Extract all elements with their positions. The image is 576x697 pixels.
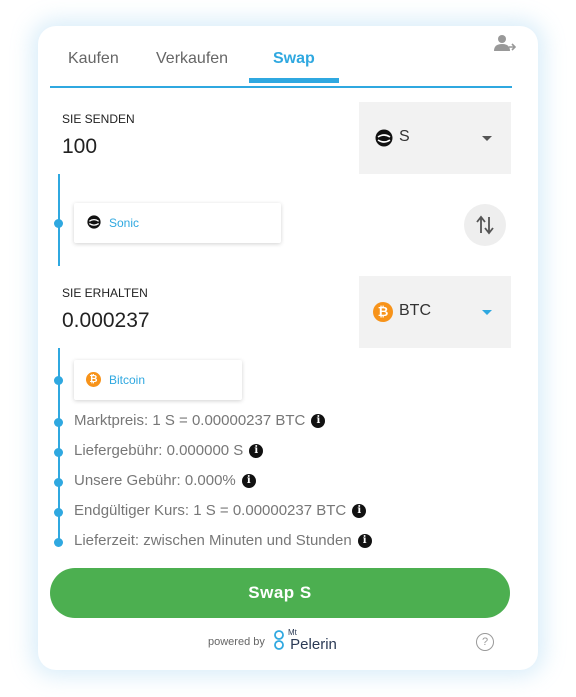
active-tab-indicator xyxy=(249,78,339,83)
chevron-down-icon xyxy=(482,310,492,315)
swap-direction-button[interactable] xyxy=(464,204,506,246)
info-icon[interactable]: i xyxy=(311,414,326,429)
powered-by-label: powered by xyxy=(208,636,265,648)
tab-swap[interactable]: Swap xyxy=(273,50,315,68)
info-icon[interactable]: i xyxy=(249,444,264,459)
detail-dot xyxy=(54,508,63,517)
tab-verkaufen[interactable]: Verkaufen xyxy=(156,50,228,68)
receive-network-label: Bitcoin xyxy=(109,373,146,387)
receive-label: SIE ERHALTEN xyxy=(62,286,148,300)
detail-dot xyxy=(54,478,63,487)
sonic-logo-icon xyxy=(87,215,101,234)
send-currency-select[interactable]: S xyxy=(359,102,511,174)
sonic-logo-icon xyxy=(375,129,393,152)
send-network-chip: Sonic xyxy=(74,203,281,243)
detail-text: Endgültiger Kurs: 1 S = 0.00000237 BTC xyxy=(74,502,347,519)
chevron-down-icon xyxy=(482,136,492,141)
bitcoin-logo-icon: ₿ xyxy=(86,372,101,387)
detail-text: Marktpreis: 1 S = 0.00000237 BTC xyxy=(74,412,306,429)
receive-network-chip: ₿ Bitcoin xyxy=(74,360,242,400)
help-icon[interactable]: ? xyxy=(476,633,494,651)
info-icon[interactable]: i xyxy=(241,474,256,489)
send-timeline-dot xyxy=(54,219,63,228)
detail-delivery-time: Lieferzeit: zwischen Minuten und Stunden… xyxy=(74,532,372,549)
tab-bar: Kaufen Verkaufen Swap xyxy=(50,42,512,88)
info-icon[interactable]: i xyxy=(352,504,367,519)
swap-submit-button[interactable]: Swap S xyxy=(50,568,510,618)
detail-text: Lieferzeit: zwischen Minuten und Stunden xyxy=(74,532,352,549)
detail-final-rate: Endgültiger Kurs: 1 S = 0.00000237 BTC i xyxy=(74,502,367,519)
user-switch-icon[interactable] xyxy=(494,34,517,54)
pelerin-logo-icon xyxy=(274,630,284,650)
detail-dot xyxy=(54,418,63,427)
detail-market-price: Marktpreis: 1 S = 0.00000237 BTC i xyxy=(74,412,326,429)
send-currency-label: S xyxy=(399,128,410,145)
bitcoin-logo-icon: ₿ xyxy=(373,302,393,322)
send-label: SIE SENDEN xyxy=(62,112,135,126)
widget-card: Kaufen Verkaufen Swap SIE SENDEN 100 S S… xyxy=(38,26,538,670)
send-amount-box[interactable]: SIE SENDEN 100 xyxy=(50,102,360,174)
detail-our-fee: Unsere Gebühr: 0.000% i xyxy=(74,472,256,489)
receive-currency-select[interactable]: ₿ BTC xyxy=(359,276,511,348)
receive-currency-label: BTC xyxy=(399,302,431,319)
detail-dot xyxy=(54,538,63,547)
receive-amount-box: SIE ERHALTEN 0.000237 xyxy=(50,276,360,348)
info-icon[interactable]: i xyxy=(357,534,372,549)
send-network-label: Sonic xyxy=(109,216,140,230)
receive-amount-value: 0.000237 xyxy=(62,309,150,332)
detail-delivery-fee: Liefergebühr: 0.000000 S i xyxy=(74,442,264,459)
receive-timeline-dot xyxy=(54,376,63,385)
detail-text: Liefergebühr: 0.000000 S xyxy=(74,442,244,459)
detail-text: Unsere Gebühr: 0.000% xyxy=(74,472,236,489)
detail-dot xyxy=(54,448,63,457)
brand-label: Pelerin xyxy=(290,635,337,653)
tab-kaufen[interactable]: Kaufen xyxy=(68,50,119,68)
send-amount-input[interactable]: 100 xyxy=(62,135,97,159)
mt-pelerin-logo[interactable]: Mt Pelerin xyxy=(272,628,337,653)
swap-arrows-icon xyxy=(476,215,494,240)
